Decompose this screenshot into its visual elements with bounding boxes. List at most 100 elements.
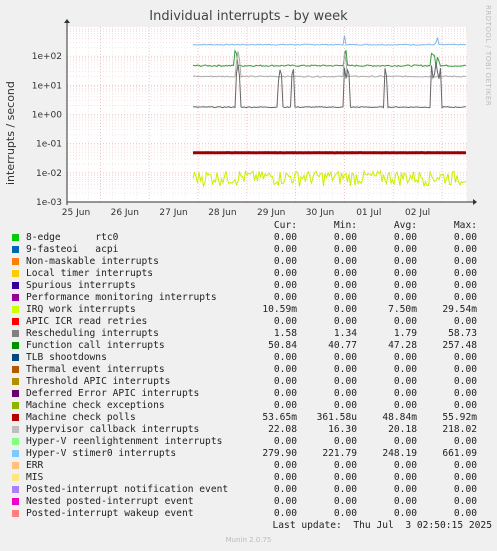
- legend-min: 0.00: [333, 508, 357, 519]
- legend-swatch: [12, 234, 19, 241]
- legend-avg: 0.00: [393, 244, 417, 255]
- legend-swatch: [12, 474, 19, 481]
- legend-max: 0.00: [453, 280, 477, 291]
- legend-min: 0.00: [333, 316, 357, 327]
- legend-min: 0.00: [333, 496, 357, 507]
- legend-max: 29.54m: [442, 304, 477, 315]
- legend-cur: 0.00: [273, 280, 297, 291]
- legend-min: 40.77: [328, 340, 357, 351]
- legend-min: 1.34: [333, 328, 357, 339]
- legend-max: 0.00: [453, 232, 477, 243]
- legend-swatch: [12, 390, 19, 397]
- legend-avg: 0.00: [393, 232, 417, 243]
- legend-avg: 0.00: [393, 280, 417, 291]
- legend-label: Machine check polls: [26, 412, 136, 423]
- legend-cur: 0.00: [273, 400, 297, 411]
- legend-cur: 0.00: [273, 316, 297, 327]
- legend-cur: 0.00: [273, 508, 297, 519]
- legend-swatch: [12, 486, 19, 493]
- legend-swatch: [12, 342, 19, 349]
- legend-label: Rescheduling interrupts: [26, 328, 159, 339]
- legend-avg: 0.00: [393, 292, 417, 303]
- legend-min: 0.00: [333, 364, 357, 375]
- legend-min: 0.00: [333, 268, 357, 279]
- legend-avg: 48.84m: [382, 412, 417, 423]
- header-cur: Cur:: [273, 220, 297, 231]
- legend-cur: 0.00: [273, 484, 297, 495]
- legend-row: 8-edge rtc0 0.00 0.00 0.00 0.00: [12, 232, 492, 244]
- legend-avg: 248.19: [382, 448, 417, 459]
- legend-cur: 0.00: [273, 292, 297, 303]
- legend-swatch: [12, 354, 19, 361]
- legend-swatch: [12, 258, 19, 265]
- legend-swatch: [12, 330, 19, 337]
- legend-label: Threshold APIC interrupts: [26, 376, 171, 387]
- header-min: Min:: [333, 220, 357, 231]
- legend-max: 58.73: [448, 328, 477, 339]
- legend-swatch: [12, 498, 19, 505]
- legend-avg: 1.79: [393, 328, 417, 339]
- legend-label: Thermal event interrupts: [26, 364, 165, 375]
- legend-label: 9-fasteoi acpi: [26, 244, 119, 255]
- legend-max: 0.00: [453, 352, 477, 363]
- legend-avg: 0.00: [393, 352, 417, 363]
- legend-avg: 0.00: [393, 436, 417, 447]
- legend-row: Machine check polls 53.65m 361.58u 48.84m 55…: [12, 412, 492, 424]
- legend-row: Spurious interrupts 0.00 0.00 0.00 0.00: [12, 280, 492, 292]
- legend-avg: 0.00: [393, 388, 417, 399]
- legend-max: 0.00: [453, 364, 477, 375]
- legend-swatch: [12, 366, 19, 373]
- legend-max: 0.00: [453, 292, 477, 303]
- legend-min: 0.00: [333, 244, 357, 255]
- legend-cur: 22.08: [268, 424, 297, 435]
- legend-cur: 0.00: [273, 256, 297, 267]
- legend-row: Posted-interrupt notification event 0.00 0…: [12, 484, 492, 496]
- x-tick-label: 25 Jun: [62, 208, 90, 218]
- legend-avg: 0.00: [393, 508, 417, 519]
- legend-min: 0.00: [333, 256, 357, 267]
- legend-max: 218.02: [442, 424, 477, 435]
- y-tick-label: 1e+00: [32, 111, 63, 121]
- legend-row: Hyper-V reenlightenment interrupts 0.00 0.…: [12, 436, 492, 448]
- legend-row: Nested posted-interrupt event 0.00 0.00 0.0…: [12, 496, 492, 508]
- legend-label: Function call interrupts: [26, 340, 165, 351]
- legend-label: MIS: [26, 472, 44, 483]
- legend-min: 0.00: [333, 460, 357, 471]
- legend-row: Non-maskable interrupts 0.00 0.00 0.00 0.00: [12, 256, 492, 268]
- legend-cur: 0.00: [273, 232, 297, 243]
- legend-cur: 279.90: [262, 448, 297, 459]
- legend-label: Performance monitoring interrupts: [26, 292, 217, 303]
- legend-cur: 0.00: [273, 268, 297, 279]
- y-axis-arrow: [64, 19, 70, 23]
- legend-row: Threshold APIC interrupts 0.00 0.00 0.00 0.0…: [12, 376, 492, 388]
- legend-avg: 0.00: [393, 400, 417, 411]
- legend-row: 9-fasteoi acpi 0.00 0.00 0.00 0.00: [12, 244, 492, 256]
- legend-label: 8-edge rtc0: [26, 232, 119, 243]
- legend-label: ERR: [26, 460, 44, 471]
- legend-min: 221.79: [322, 448, 357, 459]
- x-tick-label: 27 Jun: [159, 208, 187, 218]
- legend-max: 661.09: [442, 448, 477, 459]
- legend-cur: 0.00: [273, 364, 297, 375]
- last-update: Last update: Thu Jul 3 02:50:15 2025: [272, 520, 493, 531]
- legend-max: 0.00: [453, 376, 477, 387]
- header-max: Max:: [453, 220, 477, 231]
- legend-avg: 0.00: [393, 484, 417, 495]
- legend-min: 0.00: [333, 436, 357, 447]
- legend-max: 0.00: [453, 436, 477, 447]
- legend-row: Performance monitoring interrupts 0.00 0.0…: [12, 292, 492, 304]
- legend-swatch: [12, 438, 19, 445]
- legend-avg: 0.00: [393, 364, 417, 375]
- legend-row: Hypervisor callback interrupts 22.08 16.30…: [12, 424, 492, 436]
- legend-swatch: [12, 510, 19, 517]
- legend-swatch: [12, 414, 19, 421]
- legend-avg: 20.18: [388, 424, 417, 435]
- legend-avg: 0.00: [393, 496, 417, 507]
- legend-max: 0.00: [453, 472, 477, 483]
- legend-label: TLB shootdowns: [26, 352, 107, 363]
- legend-swatch: [12, 246, 19, 253]
- legend-min: 0.00: [333, 472, 357, 483]
- legend-max: 0.00: [453, 256, 477, 267]
- legend-cur: 0.00: [273, 460, 297, 471]
- legend-cur: 10.59m: [262, 304, 297, 315]
